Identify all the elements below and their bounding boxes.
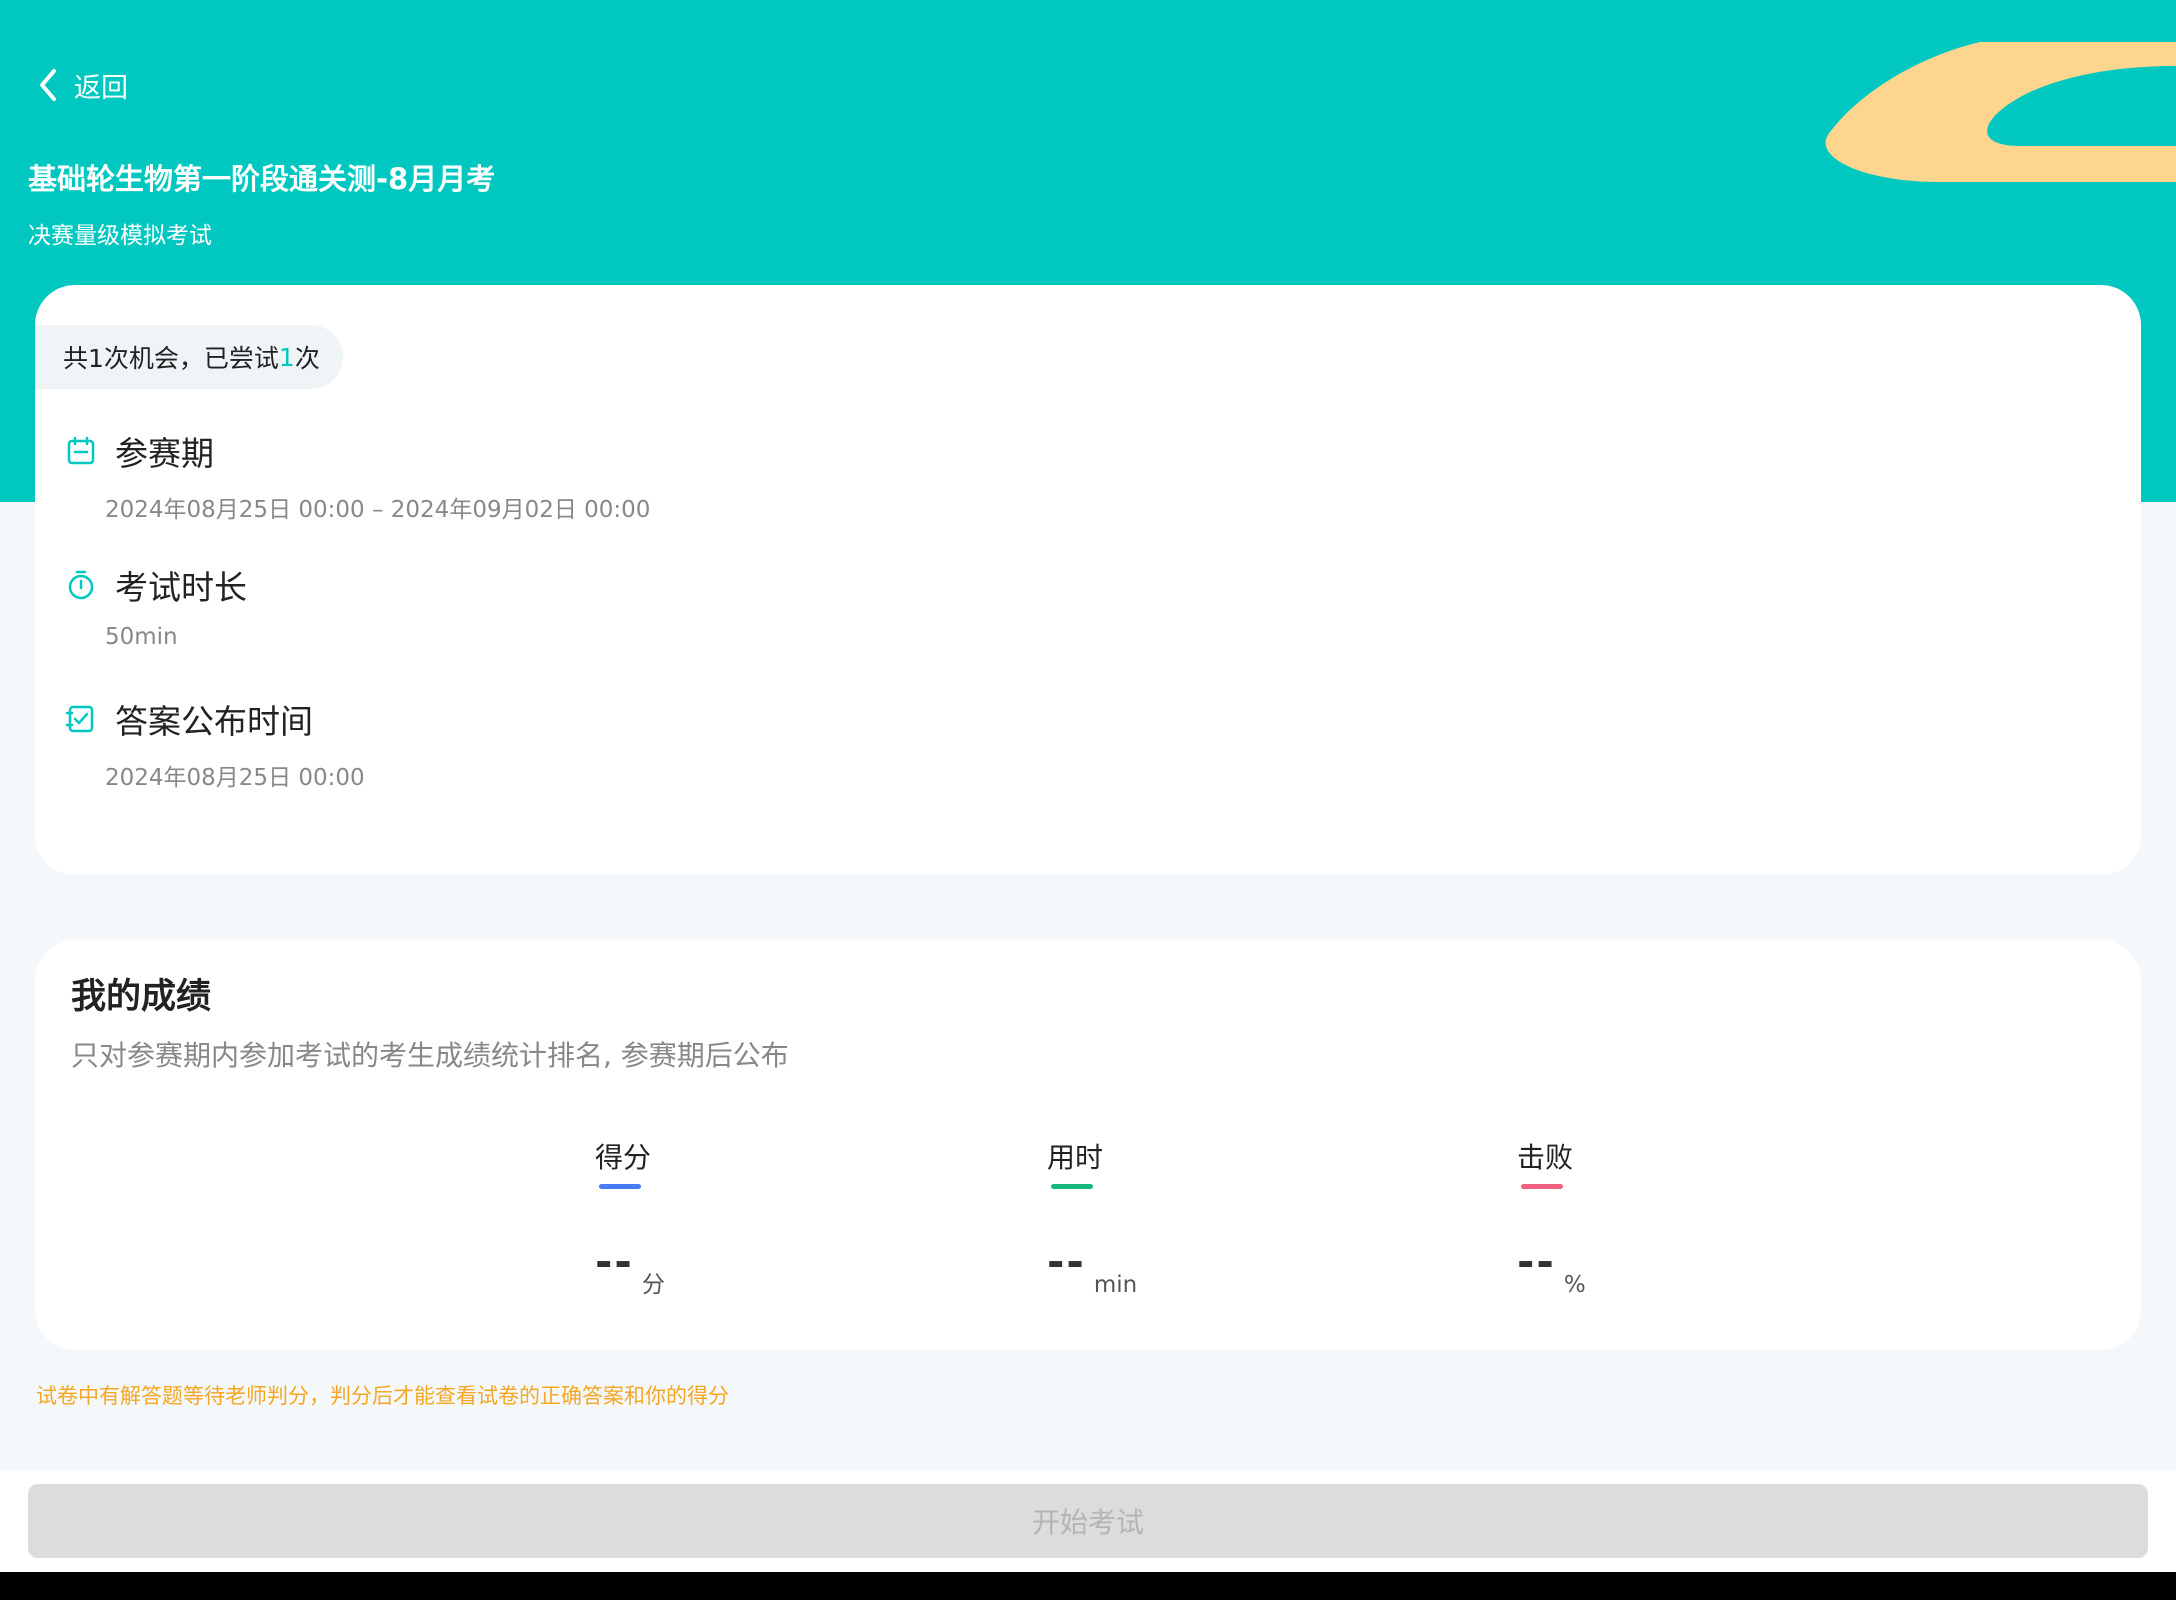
stat-score: 得分 -- 分 — [595, 1136, 665, 1297]
my-score-card: 我的成绩 只对参赛期内参加考试的考生成绩统计排名, 参赛期后公布 得分 -- 分… — [35, 940, 2141, 1350]
stat-score-bar — [599, 1184, 641, 1189]
system-navigation-bar — [0, 1572, 2176, 1600]
stat-beat-label: 击败 — [1517, 1141, 1574, 1174]
score-description: 只对参赛期内参加考试的考生成绩统计排名, 参赛期后公布 — [71, 1039, 789, 1072]
attempts-prefix: 共1次机会，已尝试 — [63, 344, 279, 373]
stat-beat-number: -- — [1517, 1237, 1556, 1286]
stat-score-value: -- 分 — [595, 1237, 665, 1297]
duration-label: 考试时长 — [115, 568, 247, 607]
stat-score-unit: 分 — [641, 1272, 665, 1298]
stat-beat: 击败 -- % — [1517, 1136, 1586, 1297]
calendar-icon — [67, 436, 95, 465]
stat-time-bar — [1051, 1184, 1093, 1189]
chevron-left-icon — [40, 69, 56, 101]
timer-icon — [68, 570, 94, 600]
attempts-count: 1 — [278, 342, 295, 372]
page-title: 基础轮生物第一阶段通关测-8月月考 — [28, 162, 496, 196]
stat-time: 用时 -- min — [1047, 1136, 1137, 1297]
stat-time-value: -- min — [1047, 1237, 1137, 1297]
stat-beat-bar — [1521, 1184, 1563, 1189]
stat-score-label: 得分 — [595, 1141, 652, 1174]
stat-time-number: -- — [1047, 1237, 1086, 1286]
period-row: 参赛期 — [65, 427, 214, 475]
exam-info-card: 共1次机会，已尝试 1 次 参赛期 2024年08月25日 00:00 – 2024… — [35, 285, 2141, 875]
stat-time-unit: min — [1093, 1272, 1138, 1298]
stat-time-label: 用时 — [1047, 1141, 1104, 1174]
score-title: 我的成绩 — [71, 977, 212, 1017]
checklist-icon — [65, 705, 94, 733]
duration-row: 考试时长 — [65, 561, 247, 609]
back-label: 返回 — [74, 72, 128, 104]
attempts-badge: 共1次机会，已尝试 1 次 — [35, 325, 343, 389]
answer-value: 2024年08月25日 00:00 — [105, 765, 365, 791]
decorative-swoosh — [1825, 42, 2176, 182]
back-button[interactable]: 返回 — [34, 62, 128, 108]
duration-value: 50min — [105, 624, 178, 650]
attempts-suffix: 次 — [294, 344, 320, 373]
grading-notice: 试卷中有解答题等待老师判分，判分后才能查看试卷的正确答案和你的得分 — [36, 1384, 729, 1408]
stat-score-number: -- — [595, 1237, 634, 1286]
period-label: 参赛期 — [115, 434, 214, 473]
answer-label: 答案公布时间 — [115, 702, 313, 741]
stat-beat-value: -- % — [1517, 1237, 1586, 1297]
stat-beat-unit: % — [1563, 1272, 1586, 1298]
answer-row: 答案公布时间 — [65, 695, 313, 743]
period-value: 2024年08月25日 00:00 – 2024年09月02日 00:00 — [105, 497, 651, 523]
start-exam-button[interactable]: 开始考试 — [28, 1484, 2148, 1558]
page-subtitle: 决赛量级模拟考试 — [28, 223, 212, 249]
bottom-bar: 开始考试 — [0, 1470, 2176, 1572]
